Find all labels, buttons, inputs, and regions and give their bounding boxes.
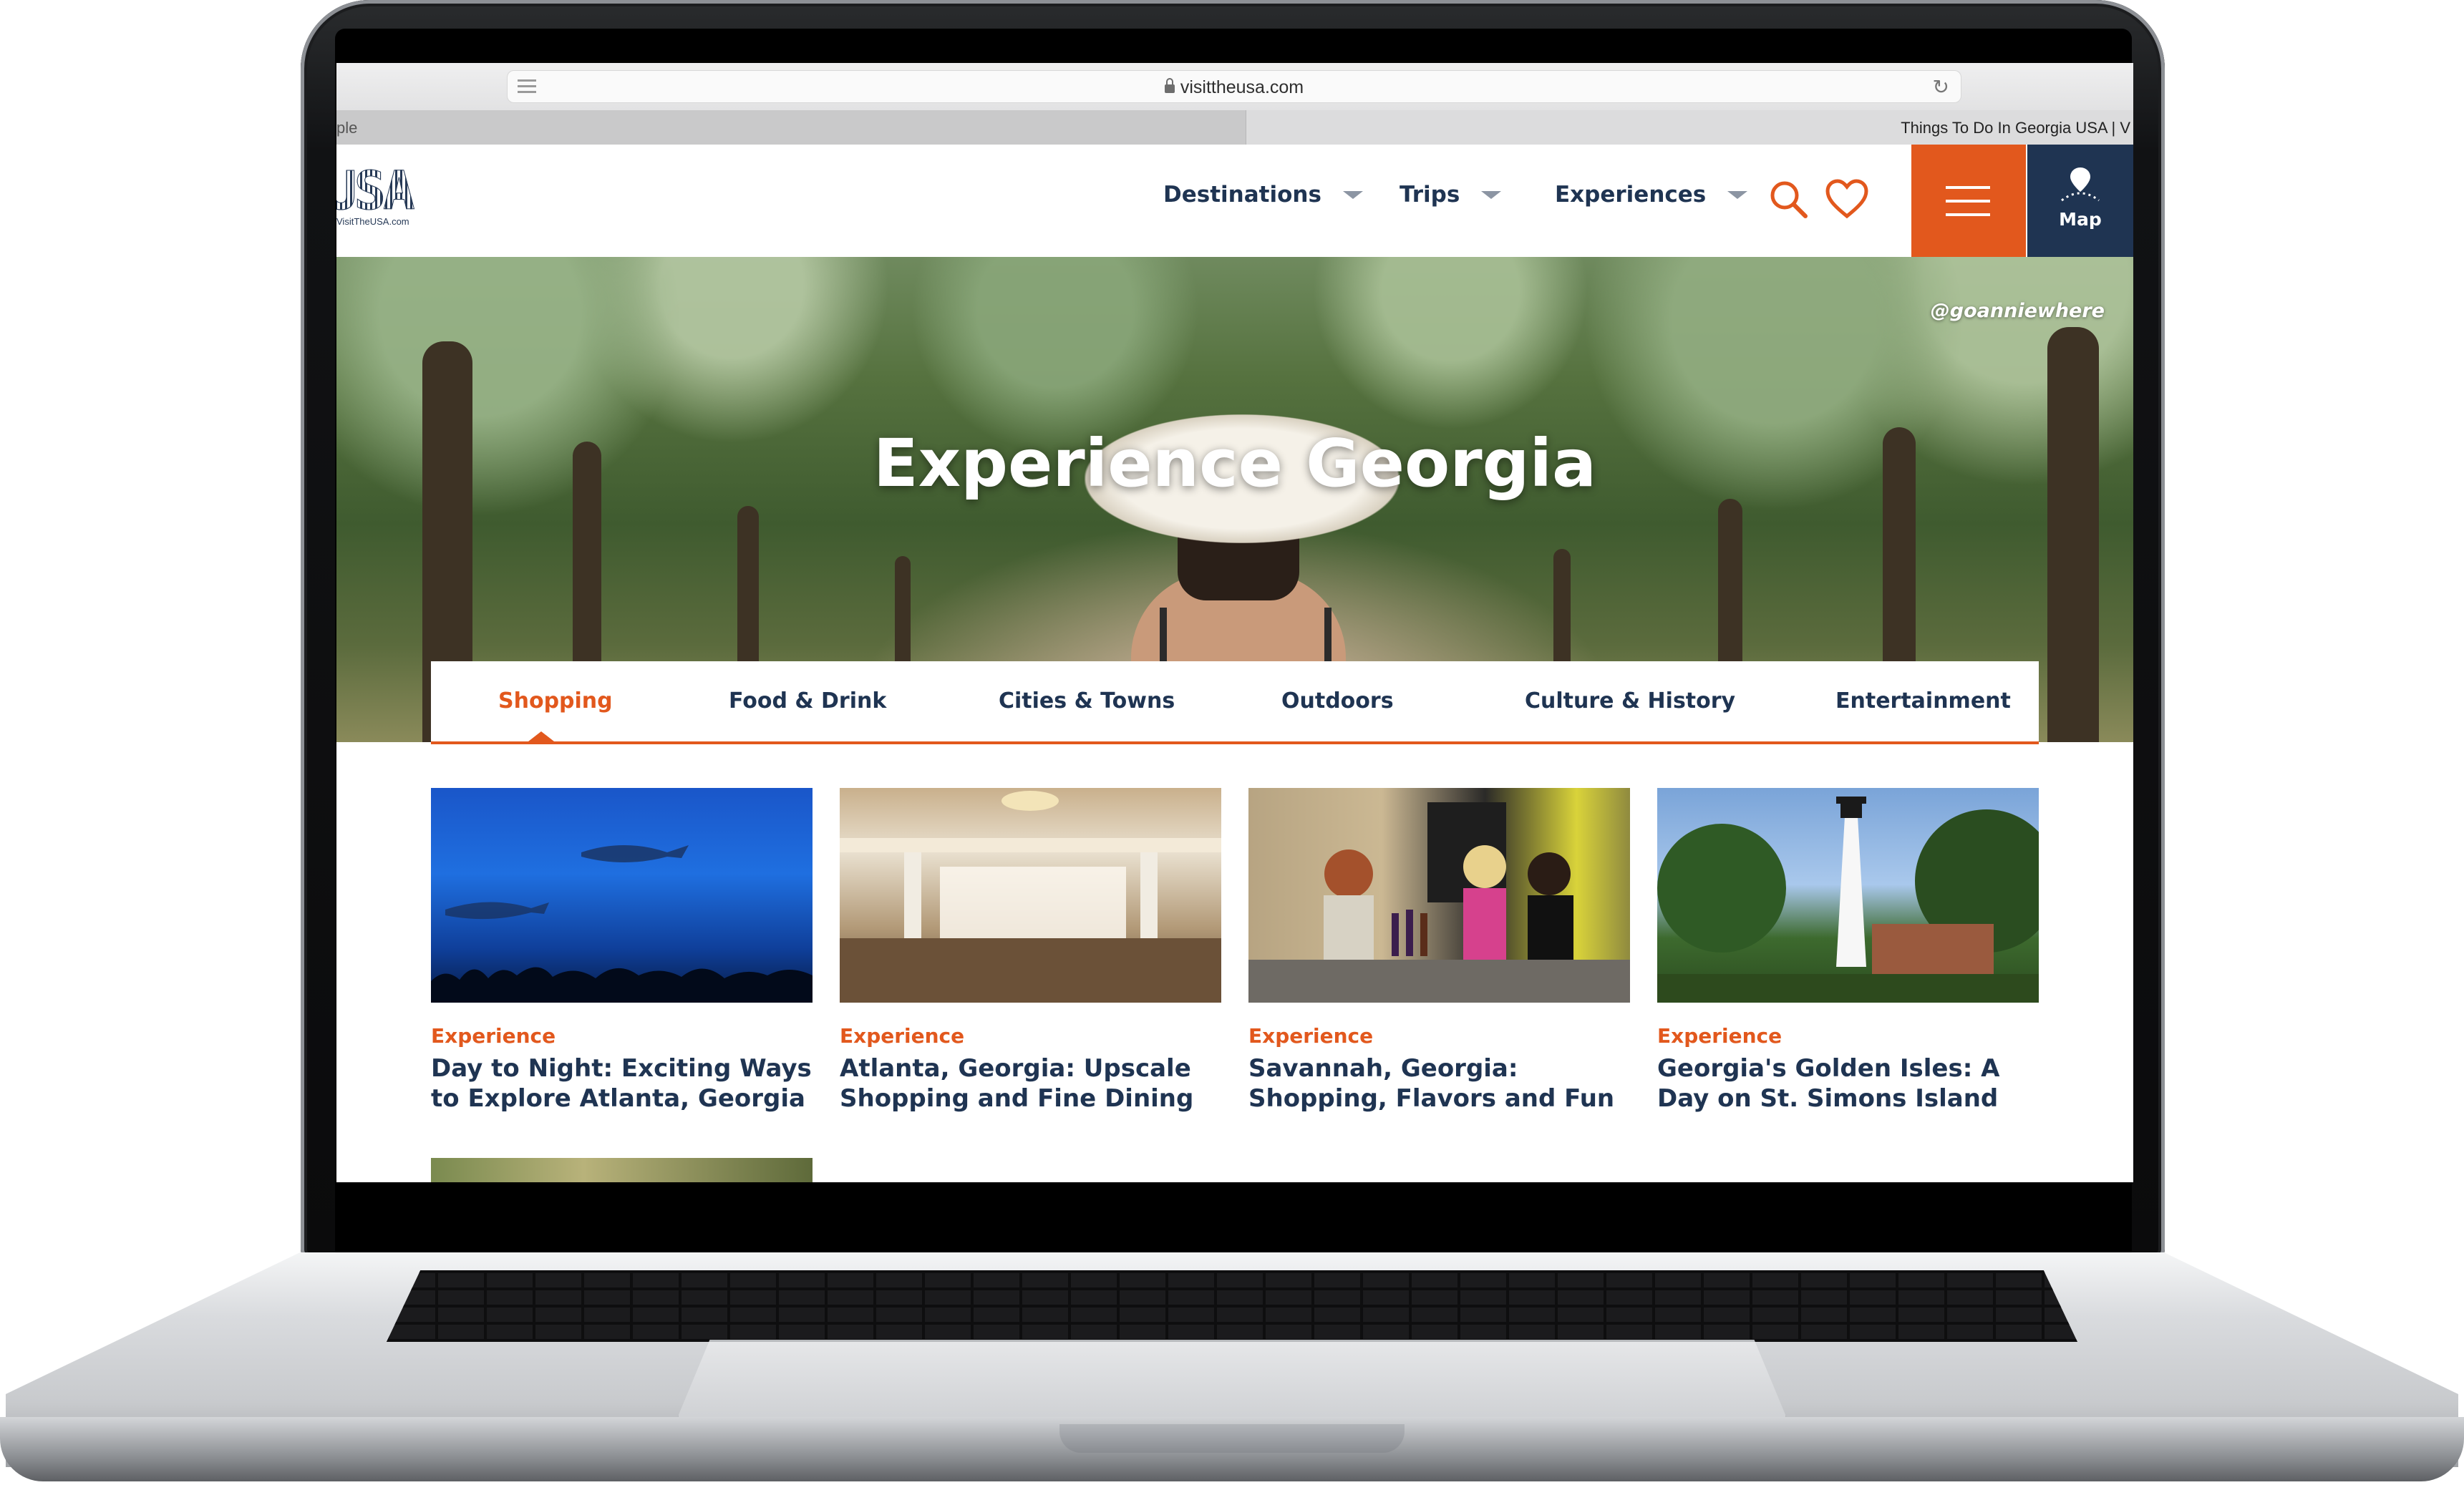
nav-label: Trips bbox=[1400, 182, 1460, 208]
chevron-down-icon bbox=[1727, 190, 1748, 199]
mall-interior bbox=[840, 791, 1221, 1003]
tab-shopping[interactable]: Shopping bbox=[498, 688, 613, 714]
browser-tab-label: Things To Do In Georgia USA | V bbox=[1901, 119, 2130, 137]
card-image-lighthouse[interactable] bbox=[1657, 788, 2039, 1003]
card-title[interactable]: Georgia's Golden Isles: A Day on St. Sim… bbox=[1657, 1053, 2039, 1114]
card-title[interactable]: Atlanta, Georgia: Upscale Shopping and F… bbox=[840, 1053, 1221, 1114]
tab-food-drink[interactable]: Food & Drink bbox=[729, 688, 886, 714]
lighthouse-scene bbox=[1657, 797, 2039, 1003]
heart-icon[interactable] bbox=[1825, 179, 1868, 219]
aquarium-silhouettes bbox=[431, 845, 813, 1003]
card-title[interactable]: Day to Night: Exciting Ways to Explore A… bbox=[431, 1053, 813, 1114]
url-value: visittheusa.com bbox=[1180, 77, 1304, 97]
experience-card[interactable]: Experience Atlanta, Georgia: Upscale Sho… bbox=[840, 788, 1221, 1114]
hero-title: Experience Georgia bbox=[873, 425, 1597, 502]
map-label: Map bbox=[2059, 209, 2102, 230]
keyboard bbox=[387, 1270, 2077, 1342]
tab-cities-towns[interactable]: Cities & Towns bbox=[999, 688, 1175, 714]
tab-entertainment[interactable]: Entertainment bbox=[1835, 688, 2011, 714]
tab-outdoors[interactable]: Outdoors bbox=[1281, 688, 1394, 714]
card-image-aquarium[interactable] bbox=[431, 788, 813, 1003]
logo-subtitle: VisitTheUSA.com bbox=[336, 216, 409, 227]
site-header: USA VisitTheUSA.com Destinations Trips E… bbox=[336, 145, 2133, 257]
experience-card[interactable]: Experience Day to Night: Exciting Ways t… bbox=[431, 788, 813, 1114]
nav-experiences[interactable]: Experiences bbox=[1555, 182, 1748, 208]
browser-tab-inactive[interactable]: ple bbox=[336, 110, 1246, 145]
experience-card[interactable]: Experience Georgia's Golden Isles: A Day… bbox=[1657, 788, 2039, 1114]
map-pin-icon bbox=[2061, 167, 2100, 202]
address-bar[interactable]: visittheusa.com ↻ bbox=[507, 70, 1961, 103]
active-tab-indicator bbox=[528, 731, 554, 741]
chevron-down-icon bbox=[1342, 190, 1363, 199]
menu-button[interactable] bbox=[1911, 145, 2026, 257]
card-tag: Experience bbox=[1248, 1024, 1374, 1048]
card-image-tasting[interactable] bbox=[1248, 788, 1630, 1003]
card-image-next-row[interactable] bbox=[431, 1158, 813, 1182]
nav-destinations[interactable]: Destinations bbox=[1163, 182, 1363, 208]
card-tag: Experience bbox=[1657, 1024, 1782, 1048]
lock-icon bbox=[1164, 78, 1175, 93]
browser-tab-bar: ple Things To Do In Georgia USA | V bbox=[336, 110, 2133, 145]
experience-card[interactable]: Experience Savannah, Georgia: Shopping, … bbox=[1248, 788, 1630, 1114]
map-button[interactable]: Map bbox=[2027, 145, 2133, 257]
trackpad bbox=[676, 1340, 1788, 1420]
url-text: visittheusa.com bbox=[508, 77, 1961, 98]
chevron-down-icon bbox=[1481, 190, 1502, 199]
nav-label: Destinations bbox=[1163, 182, 1321, 208]
screen: visittheusa.com ↻ ple Things To Do In Ge… bbox=[336, 63, 2133, 1182]
card-image-mall[interactable] bbox=[840, 788, 1221, 1003]
tree-trunk bbox=[2047, 327, 2099, 742]
category-tabs: Shopping Food & Drink Cities & Towns Out… bbox=[431, 661, 2039, 744]
photo-credit[interactable]: @goanniewhere bbox=[1931, 300, 2105, 322]
tasting-room bbox=[1248, 802, 1630, 1003]
search-icon[interactable] bbox=[1768, 179, 1808, 219]
site-logo[interactable]: USA VisitTheUSA.com bbox=[336, 165, 444, 238]
card-tag: Experience bbox=[431, 1024, 556, 1048]
nav-label: Experiences bbox=[1555, 182, 1707, 208]
laptop-notch bbox=[1059, 1424, 1405, 1453]
logo-mark: USA bbox=[336, 165, 444, 218]
hamburger-icon bbox=[1946, 186, 1990, 216]
browser-tab-label: ple bbox=[336, 119, 358, 137]
nav-trips[interactable]: Trips bbox=[1400, 182, 1502, 208]
reload-icon[interactable]: ↻ bbox=[1933, 75, 1949, 99]
browser-toolbar: visittheusa.com ↻ bbox=[336, 63, 2133, 111]
card-title[interactable]: Savannah, Georgia: Shopping, Flavors and… bbox=[1248, 1053, 1630, 1114]
card-tag: Experience bbox=[840, 1024, 965, 1048]
tab-culture-history[interactable]: Culture & History bbox=[1525, 688, 1735, 714]
